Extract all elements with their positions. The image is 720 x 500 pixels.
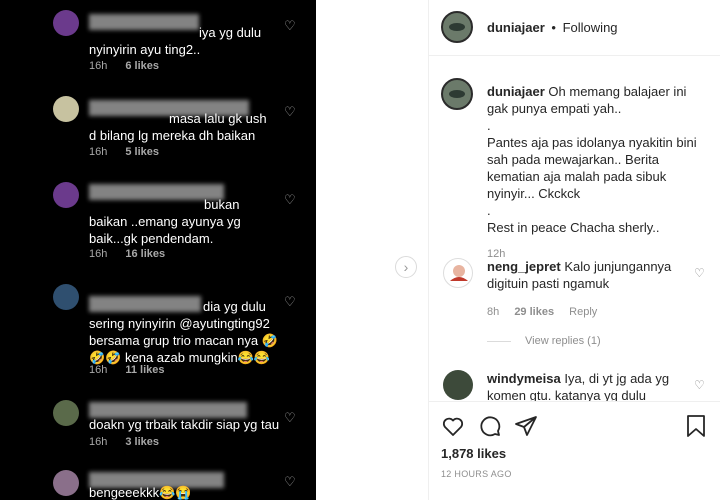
reply-button[interactable]: Reply — [569, 306, 597, 318]
dark-comments-screenshot: iya yg dulu nyinyirin ayu ting2.. 16h 6 l… — [0, 0, 316, 500]
separator: • — [551, 20, 556, 35]
avatar[interactable] — [441, 11, 473, 43]
heart-icon[interactable]: ♡ — [284, 474, 296, 490]
avatar — [53, 400, 79, 426]
post-side-panel: duniajaer • Following duniajaer Oh meman… — [428, 0, 720, 500]
avatar — [53, 96, 79, 122]
avatar — [53, 284, 79, 310]
comment-text: bengeeekkk😂😭 — [89, 485, 192, 500]
view-replies-button[interactable]: View replies (1) — [487, 335, 601, 347]
comment-text: bukan baikan ..emang ayunya yg baik...gk… — [89, 197, 241, 246]
comment-text: masa lalu gk ush d bilang lg mereka dh b… — [89, 111, 267, 143]
comment-meta: 16h 3 likes — [89, 436, 159, 448]
post-header: duniajaer • Following — [429, 0, 720, 56]
heart-icon[interactable]: ♡ — [284, 294, 296, 310]
comment-meta: 16h 5 likes — [89, 146, 159, 158]
share-icon[interactable] — [514, 414, 538, 438]
header-user: duniajaer • Following — [487, 20, 618, 35]
avatar[interactable] — [443, 258, 473, 288]
comment-username[interactable]: windymeisa — [487, 371, 561, 386]
comment-likes[interactable]: 29 likes — [514, 306, 554, 318]
bookmark-icon[interactable] — [685, 414, 707, 438]
comment-text: dia yg dulu sering nyinyirin @ayutingtin… — [89, 299, 278, 365]
heart-icon[interactable]: ♡ — [284, 18, 296, 34]
comment-body: neng_jepret Kalo junjungannya digituin p… — [487, 258, 687, 292]
avatar — [53, 10, 79, 36]
avatar[interactable] — [443, 370, 473, 400]
comment-meta: 16h 16 likes — [89, 248, 166, 260]
comment-icon[interactable] — [478, 414, 502, 438]
heart-icon[interactable] — [441, 414, 465, 438]
caption-username[interactable]: duniajaer — [487, 84, 545, 99]
comment-text: iya yg dulu nyinyirin ayu ting2.. — [89, 25, 262, 57]
heart-icon[interactable]: ♡ — [284, 192, 296, 208]
heart-icon[interactable]: ♡ — [284, 410, 296, 426]
comment-meta: 8h 29 likes Reply — [487, 306, 609, 318]
caption: duniajaer Oh memang balajaer ini gak pun… — [487, 83, 709, 263]
comment-time: 8h — [487, 306, 500, 318]
likes-count[interactable]: 1,878 likes — [441, 446, 506, 461]
comment-username[interactable]: neng_jepret — [487, 259, 561, 274]
heart-icon[interactable]: ♡ — [694, 266, 705, 280]
caption-text: Oh memang balajaer ini gak punya empati … — [487, 84, 697, 235]
posted-time: 12 HOURS AGO — [441, 469, 512, 479]
avatar[interactable] — [441, 78, 473, 110]
comment-text: doakn yg trbaik takdir siap yg tau — [89, 417, 280, 432]
media-area — [316, 0, 428, 500]
comment-meta: 16h 6 likes — [89, 60, 159, 72]
heart-icon[interactable]: ♡ — [284, 104, 296, 120]
avatar — [53, 470, 79, 496]
heart-icon[interactable]: ♡ — [694, 378, 705, 392]
comment-meta: 16h 11 likes — [89, 364, 165, 376]
comment: neng_jepret Kalo junjungannya digituin p… — [443, 258, 713, 328]
action-bar: 1,878 likes 12 HOURS AGO — [429, 401, 720, 500]
username-link[interactable]: duniajaer — [487, 20, 545, 35]
follow-status[interactable]: Following — [563, 20, 618, 35]
comment-body: windymeisa Iya, di yt jg ada yg komen gt… — [487, 370, 687, 404]
chevron-right-icon[interactable]: › — [395, 256, 417, 278]
avatar — [53, 182, 79, 208]
